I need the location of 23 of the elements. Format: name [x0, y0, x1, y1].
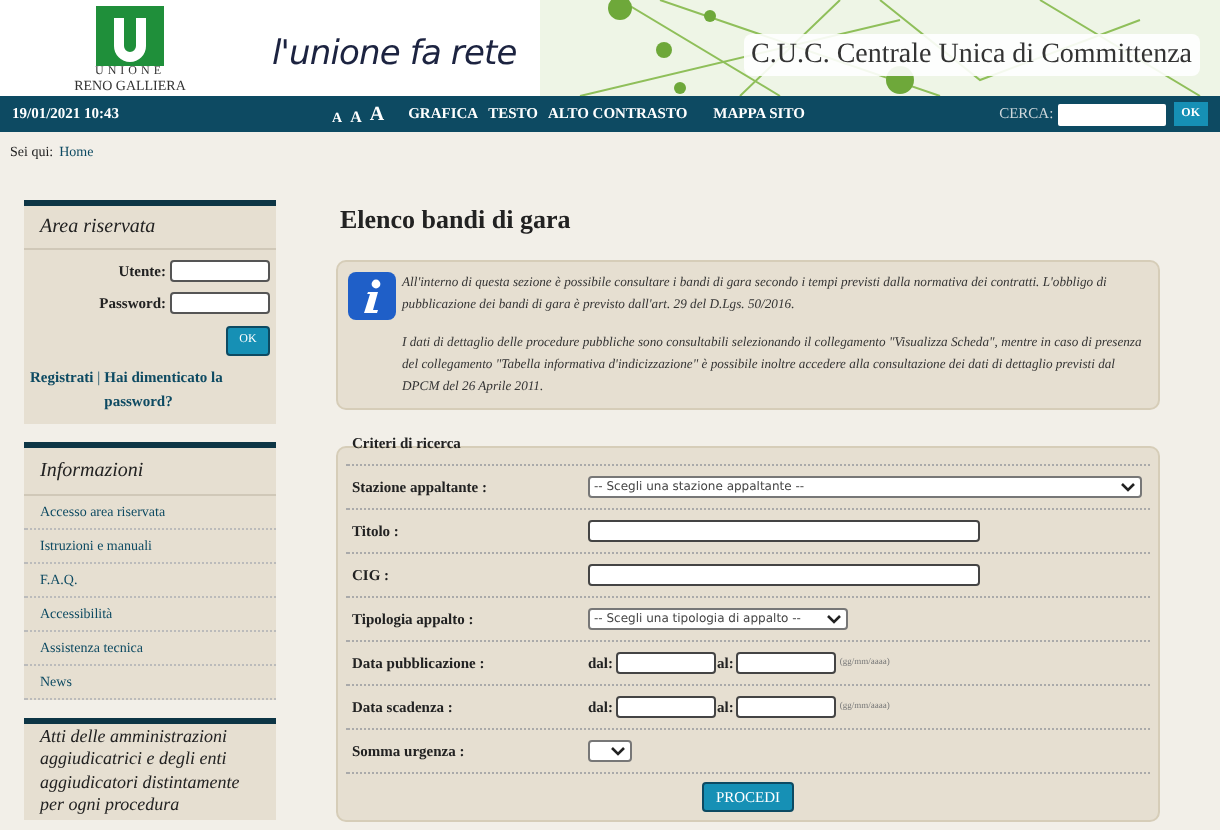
date-field[interactable] [615, 695, 716, 718]
info-icon [348, 271, 396, 319]
slogan: l'unione fa rete [272, 32, 517, 79]
input-field[interactable] [170, 260, 270, 283]
page-title: Elenco bandi di gara [340, 202, 573, 238]
panel-title: Informazioni [24, 447, 276, 495]
caret-icon [826, 612, 842, 625]
input-field[interactable] [588, 519, 980, 542]
panel-title: Area riservata [24, 206, 276, 250]
date-field[interactable] [735, 651, 836, 674]
font-size-link[interactable]: A [350, 105, 362, 129]
caret-icon [1120, 480, 1136, 493]
date-field[interactable] [735, 695, 836, 718]
input-field[interactable] [588, 563, 980, 586]
input-field[interactable] [170, 292, 270, 315]
logo-icon [96, 6, 164, 66]
font-size-link[interactable]: A [369, 99, 385, 129]
site-title: C.U.C. Centrale Unica di Committenza [743, 33, 1200, 75]
dropdown[interactable] [588, 739, 632, 762]
date-field[interactable] [615, 651, 716, 674]
caret-icon [610, 744, 626, 757]
panel-title: Atti delle amministrazioni aggiudicatrici e degli enti aggiudicatori distintamente per ogni procedura [37, 723, 242, 818]
search-field[interactable] [1057, 103, 1166, 125]
